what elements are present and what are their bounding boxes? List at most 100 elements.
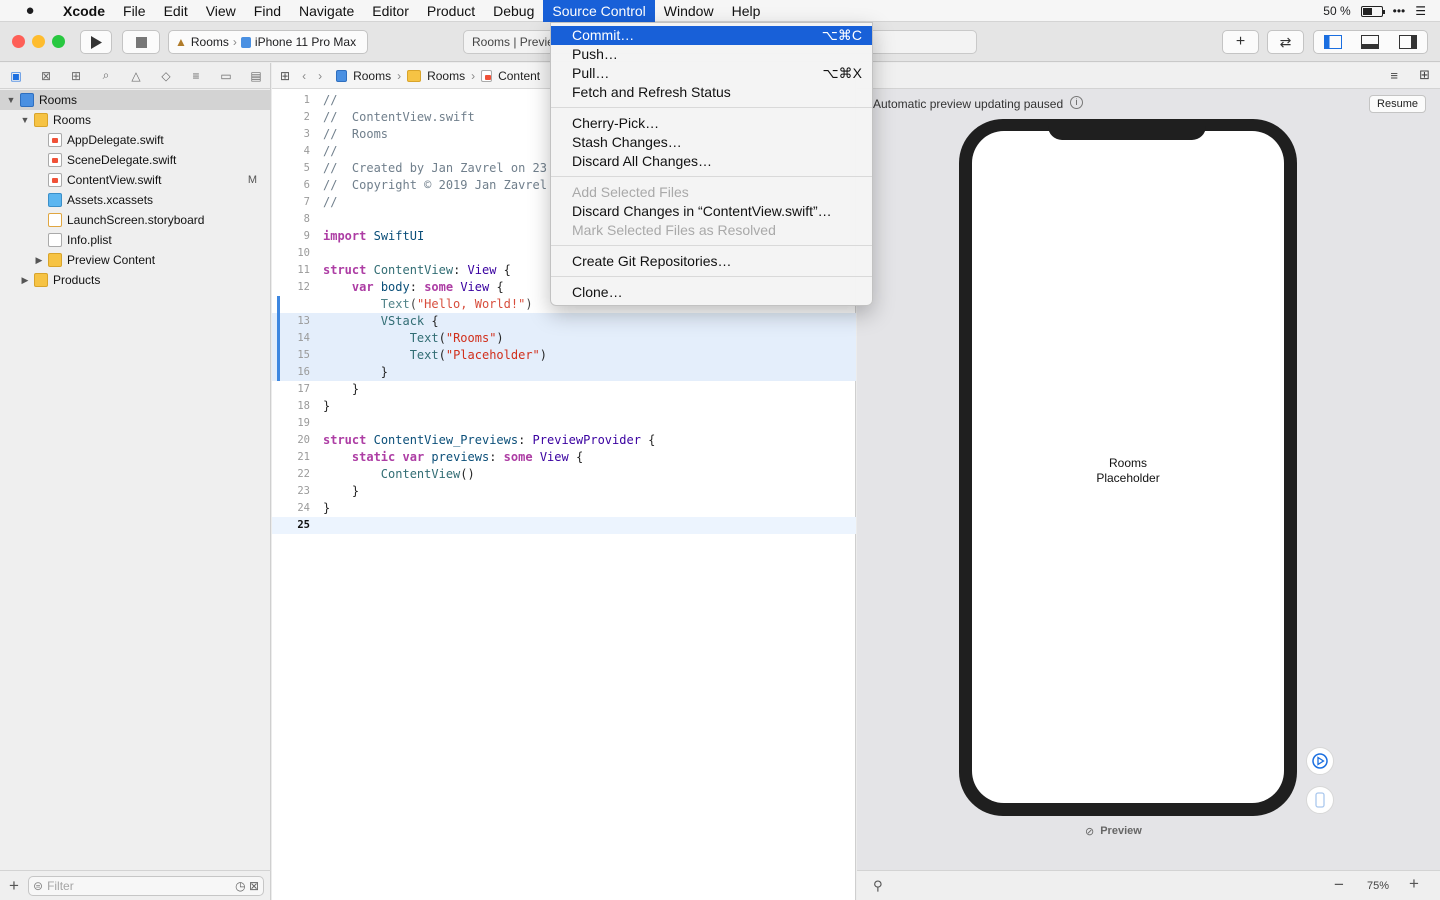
menu-item-stash-changes[interactable]: Stash Changes… — [551, 133, 872, 152]
minimize-window-button[interactable] — [32, 35, 45, 48]
code-line[interactable]: 15 Text("Placeholder") — [272, 347, 856, 364]
menu-help[interactable]: Help — [723, 0, 770, 22]
breakpoint-icon[interactable]: ▭ — [216, 66, 236, 86]
menu-debug[interactable]: Debug — [484, 0, 543, 22]
breadcrumb-file[interactable]: Content — [498, 69, 540, 83]
tree-item-preview-content[interactable]: ▶ Preview Content — [0, 250, 271, 270]
related-items-icon[interactable]: ⊞ — [280, 69, 290, 83]
line-number[interactable]: 3 — [272, 126, 310, 143]
close-window-button[interactable] — [12, 35, 25, 48]
search-icon[interactable]: ⌕ — [96, 66, 116, 86]
code-line[interactable]: 23 } — [272, 483, 856, 500]
pin-icon[interactable]: ⚲ — [873, 878, 883, 894]
line-number[interactable]: 5 — [272, 160, 310, 177]
report-icon[interactable]: ▤ — [246, 66, 266, 86]
run-button[interactable] — [80, 30, 112, 54]
add-file-button[interactable]: + — [0, 876, 28, 896]
menu-item-discard-all[interactable]: Discard All Changes… — [551, 152, 872, 171]
line-number[interactable]: 18 — [272, 398, 310, 415]
disclosure-open-icon[interactable]: ▼ — [20, 115, 30, 125]
scheme-project[interactable]: Rooms — [191, 35, 229, 49]
line-number[interactable]: 8 — [272, 211, 310, 228]
code-review-button[interactable]: ⇄ — [1267, 30, 1304, 54]
line-number[interactable]: 4 — [272, 143, 310, 160]
source-control-change-bar[interactable] — [277, 296, 280, 381]
code-line[interactable]: 18} — [272, 398, 856, 415]
warning-icon[interactable]: △ — [126, 66, 146, 86]
tree-item-folder-rooms[interactable]: ▼ Rooms — [0, 110, 271, 130]
menu-window[interactable]: Window — [655, 0, 723, 22]
menu-item-commit[interactable]: Commit… ⌥⌘C — [551, 26, 872, 45]
zoom-window-button[interactable] — [52, 35, 65, 48]
line-number[interactable]: 10 — [272, 245, 310, 262]
line-number[interactable]: 21 — [272, 449, 310, 466]
menu-product[interactable]: Product — [418, 0, 484, 22]
code-line[interactable]: 13 VStack { — [272, 313, 856, 330]
resume-button[interactable]: Resume — [1369, 95, 1426, 113]
tree-item-project-rooms[interactable]: ▼ Rooms — [0, 90, 271, 110]
menu-item-clone[interactable]: Clone… — [551, 283, 872, 302]
debug-icon[interactable]: ≡ — [186, 66, 206, 86]
code-line[interactable]: 22 ContentView() — [272, 466, 856, 483]
menu-navigate[interactable]: Navigate — [290, 0, 363, 22]
add-editor-icon[interactable]: ⊞ — [1419, 67, 1430, 83]
code-line[interactable]: 17 } — [272, 381, 856, 398]
tree-item-scenedelegate[interactable]: SceneDelegate.swift — [0, 150, 271, 170]
line-number[interactable]: 23 — [272, 483, 310, 500]
line-number[interactable]: 11 — [272, 262, 310, 279]
zoom-out-button[interactable]: − — [1334, 875, 1344, 895]
code-line[interactable]: 20 struct ContentView_Previews: PreviewPr… — [272, 432, 856, 449]
scheme-device[interactable]: iPhone 11 Pro Max — [255, 35, 356, 49]
device-screen[interactable]: Rooms Placeholder — [972, 131, 1284, 803]
line-number[interactable]: 19 — [272, 415, 310, 432]
code-line[interactable]: 16 } — [272, 364, 856, 381]
info-icon[interactable]: i — [1070, 96, 1083, 109]
menu-item-push[interactable]: Push… — [551, 45, 872, 64]
menu-item-discard-file-changes[interactable]: Discard Changes in “ContentView.swift”… — [551, 202, 872, 221]
toggle-debug-area-icon[interactable] — [1361, 35, 1380, 49]
line-number[interactable]: 22 — [272, 466, 310, 483]
menu-item-cherry-pick[interactable]: Cherry-Pick… — [551, 114, 872, 133]
menu-edit[interactable]: Edit — [155, 0, 197, 22]
code-line[interactable]: 25 — [272, 517, 856, 534]
more-icon[interactable]: ••• — [1393, 4, 1406, 18]
tree-item-infoplist[interactable]: Info.plist — [0, 230, 271, 250]
line-number[interactable]: 24 — [272, 500, 310, 517]
test-icon[interactable]: ◇ — [156, 66, 176, 86]
tree-item-assets[interactable]: Assets.xcassets — [0, 190, 271, 210]
zoom-level[interactable]: 75% — [1367, 880, 1389, 892]
line-number[interactable]: 6 — [272, 177, 310, 194]
line-number[interactable]: 7 — [272, 194, 310, 211]
menu-find[interactable]: Find — [245, 0, 290, 22]
back-arrow-icon[interactable]: ‹ — [302, 69, 306, 83]
apple-menu-icon[interactable]: ● — [20, 2, 40, 19]
line-number[interactable]: 2 — [272, 109, 310, 126]
notification-center-icon[interactable]: ☰ — [1415, 4, 1426, 18]
code-line[interactable]: 21 static var previews: some View { — [272, 449, 856, 466]
forward-arrow-icon[interactable]: › — [318, 69, 322, 83]
live-preview-button[interactable] — [1306, 747, 1334, 775]
line-number[interactable]: 1 — [272, 92, 310, 109]
symbol-icon[interactable]: ⊞ — [66, 66, 86, 86]
line-number[interactable]: 12 — [272, 279, 310, 296]
tree-item-appdelegate[interactable]: AppDelegate.swift — [0, 130, 271, 150]
disclosure-closed-icon[interactable]: ▶ — [34, 255, 44, 266]
menu-source-control[interactable]: Source Control — [543, 0, 655, 22]
code-line[interactable]: 14 Text("Rooms") — [272, 330, 856, 347]
menu-view[interactable]: View — [197, 0, 245, 22]
stop-button[interactable] — [122, 30, 160, 54]
line-number[interactable]: 20 — [272, 432, 310, 449]
tree-item-contentview[interactable]: ContentView.swift M — [0, 170, 271, 190]
menu-file[interactable]: File — [114, 0, 155, 22]
recent-files-icon[interactable]: ◷ ⊠ — [235, 879, 259, 893]
toggle-inspector-icon[interactable] — [1399, 35, 1418, 49]
menu-editor[interactable]: Editor — [363, 0, 418, 22]
preview-on-device-button[interactable] — [1306, 786, 1334, 814]
source-control-icon[interactable]: ⊠ — [36, 66, 56, 86]
zoom-in-button[interactable]: + — [1409, 874, 1419, 894]
disclosure-closed-icon[interactable]: ▶ — [20, 275, 30, 286]
code-line[interactable]: 19 — [272, 415, 856, 432]
adjust-editor-options-icon[interactable]: ≡ — [1390, 68, 1398, 83]
folder-icon[interactable]: ▣ — [6, 66, 26, 86]
filter-input[interactable]: ⊜ Filter ◷ ⊠ — [28, 875, 264, 896]
